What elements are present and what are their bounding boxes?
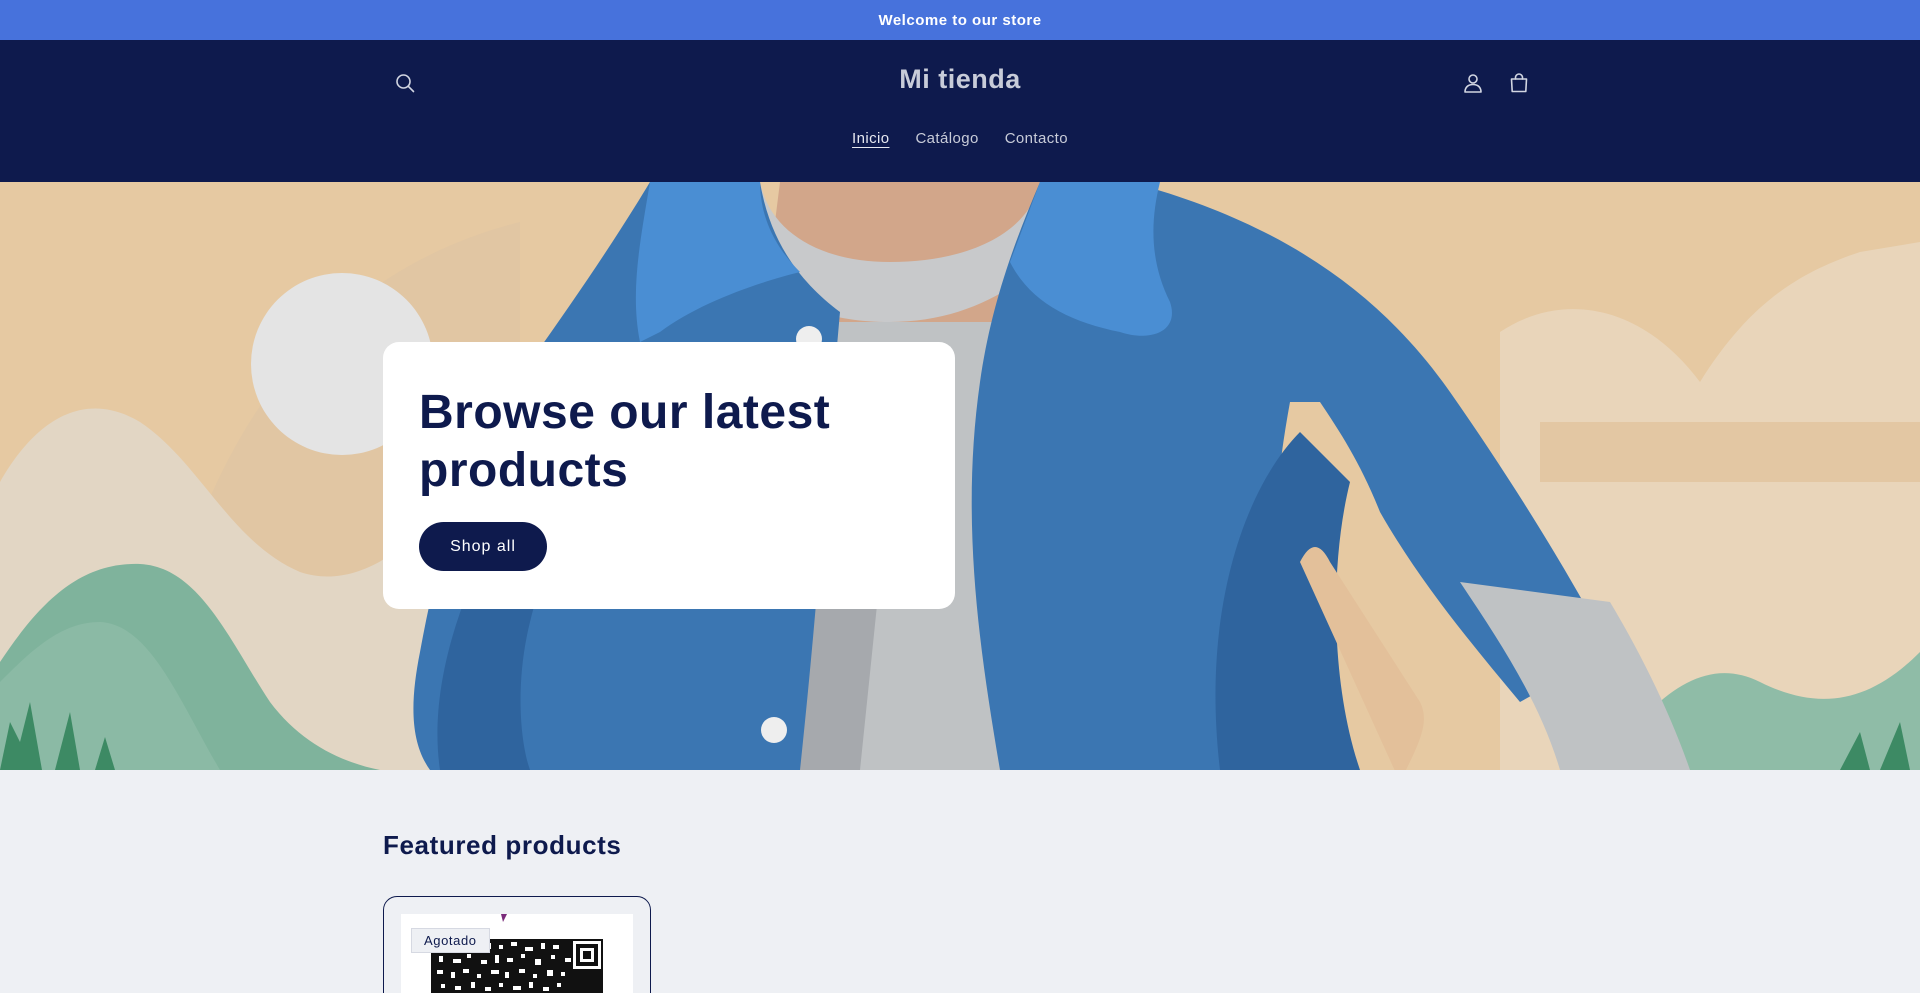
announcement-bar: Welcome to our store xyxy=(0,0,1920,40)
user-icon xyxy=(1464,74,1482,93)
cart-button[interactable] xyxy=(1499,63,1539,103)
nav-item-contacto[interactable]: Contacto xyxy=(1005,130,1068,147)
hero-banner: Browse our latest products Shop all xyxy=(0,182,1920,770)
search-button[interactable] xyxy=(385,63,425,103)
shop-all-button[interactable]: Shop all xyxy=(419,522,547,571)
nav-item-inicio[interactable]: Inicio xyxy=(852,130,889,147)
site-header: Mi tienda Inicio Catálogo Contacto xyxy=(0,40,1920,182)
product-image xyxy=(401,914,633,993)
store-logo[interactable]: Mi tienda xyxy=(760,64,1160,95)
hero-card: Browse our latest products Shop all xyxy=(383,342,955,609)
nav-item-catalogo[interactable]: Catálogo xyxy=(915,130,978,147)
hero-illustration xyxy=(0,182,1920,770)
product-card[interactable]: Agotado xyxy=(383,896,651,993)
hero-heading: Browse our latest products xyxy=(419,386,831,497)
sold-out-badge: Agotado xyxy=(411,928,490,953)
cart-icon xyxy=(1510,73,1528,93)
account-button[interactable] xyxy=(1453,63,1493,103)
main-nav: Inicio Catálogo Contacto xyxy=(0,130,1920,147)
search-icon xyxy=(396,74,415,93)
featured-products-title: Featured products xyxy=(383,830,622,860)
announcement-text: Welcome to our store xyxy=(878,11,1042,29)
qr-code-image xyxy=(401,914,633,993)
